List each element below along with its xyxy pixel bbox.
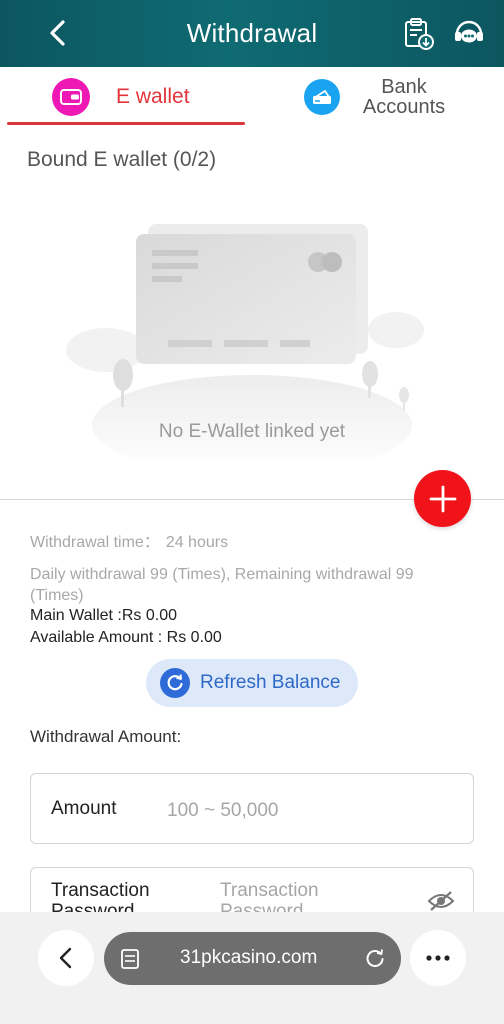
main-wallet-balance: Main Wallet :Rs 0.00 xyxy=(30,607,178,624)
eye-hidden-icon[interactable] xyxy=(427,890,455,912)
more-icon xyxy=(426,955,450,961)
wallet-tabs: E wallet Bank Accounts xyxy=(0,67,504,127)
browser-toolbar: 31pkcasino.com xyxy=(0,912,504,1024)
address-bar[interactable]: 31pkcasino.com xyxy=(104,932,401,985)
browser-back-button[interactable] xyxy=(38,930,94,986)
refresh-balance-button[interactable]: Refresh Balance xyxy=(146,659,358,707)
amount-label: Amount xyxy=(51,798,117,819)
refresh-balance-label: Refresh Balance xyxy=(200,672,341,693)
tab-e-wallet[interactable]: E wallet xyxy=(52,67,190,127)
customer-service-icon xyxy=(455,20,483,43)
active-tab-indicator xyxy=(7,122,245,125)
available-amount: Available Amount : Rs 0.00 xyxy=(30,629,222,646)
browser-more-button[interactable] xyxy=(410,930,466,986)
wallet-icon xyxy=(52,78,90,116)
page-title: Withdrawal xyxy=(186,18,318,48)
withdrawal-amount-label: Withdrawal Amount: xyxy=(30,727,182,746)
withdrawal-time: Withdrawal time： 24 hours xyxy=(30,534,229,551)
url-text: 31pkcasino.com xyxy=(180,947,318,968)
top-bar: Withdrawal xyxy=(0,0,504,67)
page-icon[interactable] xyxy=(120,948,140,970)
tab-bank-accounts[interactable]: Bank Accounts xyxy=(304,67,450,127)
daily-withdrawal-limit: Daily withdrawal 99 (Times), Remaining w… xyxy=(30,566,414,604)
tab-label: Bank Accounts xyxy=(362,76,446,118)
add-ewallet-button[interactable] xyxy=(414,470,471,527)
customer-service-button[interactable] xyxy=(452,17,486,51)
amount-field[interactable]: Amount 100 ~ 50,000 xyxy=(30,773,474,844)
bank-card-icon xyxy=(304,79,340,115)
chevron-left-icon xyxy=(50,20,65,46)
reload-icon[interactable] xyxy=(364,947,386,969)
empty-state-text: No E-Wallet linked yet xyxy=(158,421,346,442)
plus-icon xyxy=(429,485,456,512)
back-button[interactable] xyxy=(44,18,74,48)
tab-label: E wallet xyxy=(116,85,190,108)
refresh-icon xyxy=(160,668,190,698)
amount-input[interactable]: 100 ~ 50,000 xyxy=(167,800,278,822)
bound-ewallet-title: Bound E wallet (0/2) xyxy=(27,148,217,171)
withdrawal-record-button[interactable] xyxy=(402,17,436,51)
chevron-left-icon xyxy=(59,947,72,969)
clipboard-download-icon xyxy=(405,18,434,50)
